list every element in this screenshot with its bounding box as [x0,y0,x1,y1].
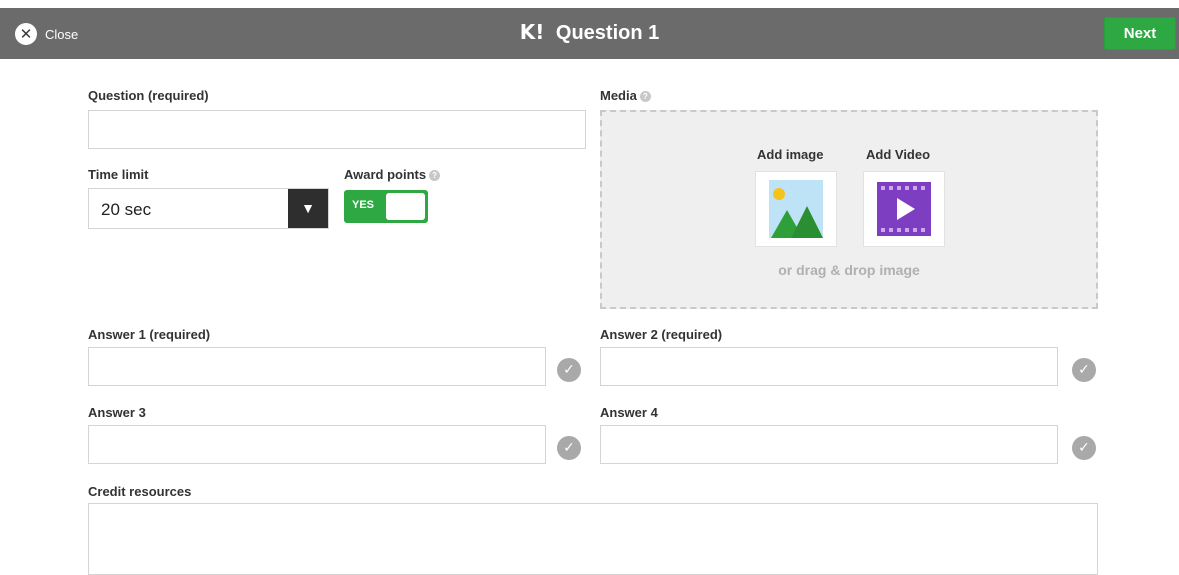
answer-4-input[interactable] [600,425,1058,464]
media-label-text: Media [600,88,637,103]
question-label: Question (required) [88,88,209,103]
credit-resources-textarea[interactable] [88,503,1098,575]
toggle-label: YES [352,199,375,211]
checkmark-icon[interactable]: ✓ [1072,358,1096,382]
add-video-button[interactable] [863,171,945,247]
help-icon[interactable]: ? [639,91,651,103]
add-image-button[interactable] [755,171,837,247]
answer-2-label: Answer 2 (required) [600,327,723,342]
top-bar: ✕ Close K! Question 1 Next [0,8,1179,59]
drag-drop-text: or drag & drop image [778,262,920,278]
next-button[interactable]: Next [1104,17,1176,50]
answer-2-input[interactable] [600,347,1058,386]
video-icon [877,182,931,236]
add-image-label: Add image [757,147,824,162]
answer-1-label: Answer 1 (required) [88,327,211,342]
answer-1-input[interactable] [88,347,546,386]
image-icon [769,180,823,238]
time-limit-label: Time limit [88,167,149,182]
time-limit-select[interactable]: 20 sec ▼ [88,188,329,229]
award-points-label: Award points? [344,167,441,182]
answer-4-label: Answer 4 [600,405,658,420]
checkmark-icon[interactable]: ✓ [1072,436,1096,460]
time-limit-value: 20 sec [101,200,152,219]
page-title-text: Question 1 [555,22,660,44]
help-icon[interactable]: ? [429,170,441,182]
media-drop-zone[interactable]: Add image Add Video or drag & drop image [600,110,1098,309]
media-label: Media? [600,88,651,103]
award-points-toggle[interactable]: YES [344,190,428,223]
answer-3-input[interactable] [88,425,546,464]
checkmark-icon[interactable]: ✓ [557,436,581,460]
award-points-label-text: Award points [344,167,427,182]
toggle-knob [386,193,425,220]
question-input[interactable] [88,110,586,149]
credit-resources-label: Credit resources [88,484,192,499]
page-title: K! Question 1 [0,20,1179,45]
kahoot-logo: K! [519,20,545,44]
triangle-down-icon: ▼ [288,189,328,228]
checkmark-icon[interactable]: ✓ [557,358,581,382]
answer-3-label: Answer 3 [88,405,146,420]
add-video-label: Add Video [866,147,931,162]
